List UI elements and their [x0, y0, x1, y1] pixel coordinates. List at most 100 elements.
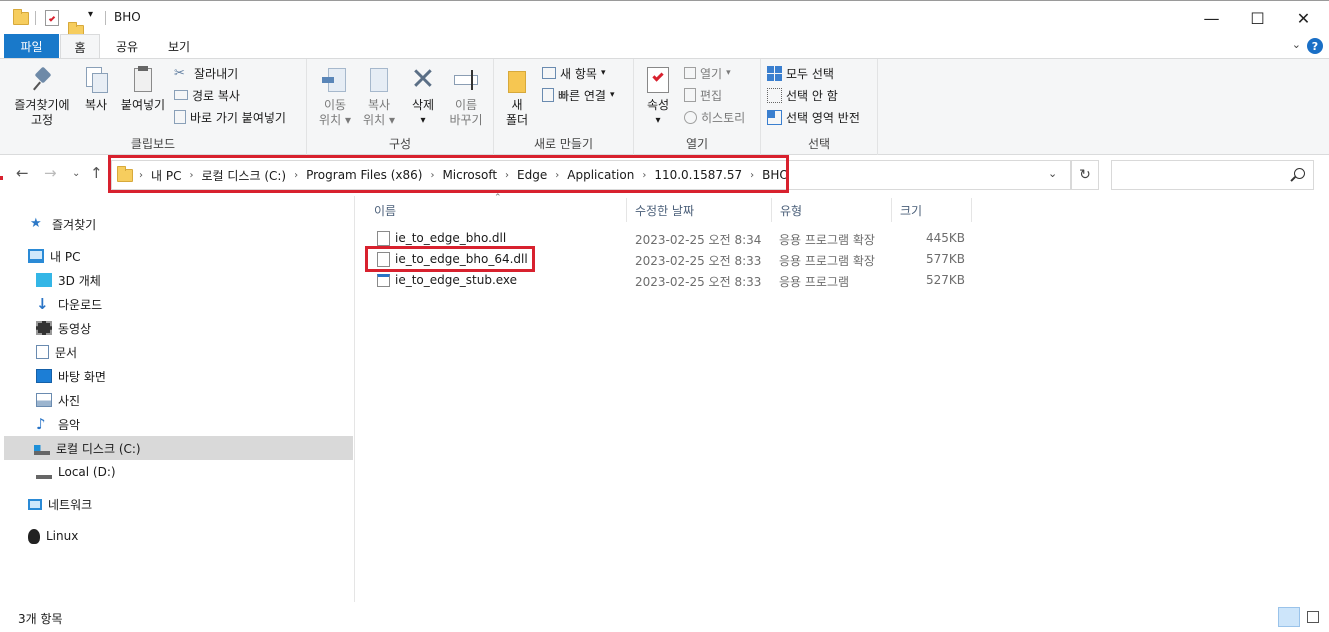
- open-button[interactable]: 열기 ▾: [684, 63, 731, 83]
- recent-locations-chevron-icon[interactable]: ⌄: [72, 168, 80, 179]
- nav-label: 동영상: [58, 321, 92, 336]
- paste-shortcut-button[interactable]: 바로 가기 붙여넣기: [174, 107, 286, 127]
- large-icons-view-icon[interactable]: [1302, 607, 1324, 627]
- copy-to-button[interactable]: 복사 위치 ▾: [357, 65, 401, 128]
- copy-label: 복사: [84, 98, 108, 112]
- nav-item-documents[interactable]: 문서: [4, 340, 353, 364]
- select-none-button[interactable]: 선택 안 함: [767, 85, 838, 105]
- history-icon: [684, 110, 697, 124]
- column-type[interactable]: 유형: [772, 198, 892, 222]
- copy-button[interactable]: 복사: [76, 65, 116, 113]
- new-item-icon: [542, 67, 556, 79]
- nav-item-desktop[interactable]: 바탕 화면: [4, 364, 353, 388]
- ribbon-tabs: 파일 홈 공유 보기 ⌄ ?: [0, 34, 1329, 59]
- nav-item-pictures[interactable]: 사진: [4, 388, 353, 412]
- nav-item-quick-access[interactable]: ★ 즐겨찾기: [4, 212, 353, 236]
- chevron-down-icon[interactable]: ⌄: [1048, 167, 1057, 180]
- edit-button[interactable]: 편집: [684, 85, 722, 105]
- invert-selection-button[interactable]: 선택 영역 반전: [767, 107, 860, 127]
- file-type: 응용 프로그램: [779, 275, 850, 289]
- properties-quick-icon[interactable]: [45, 10, 59, 26]
- chevron-down-icon[interactable]: ⌄: [1292, 38, 1301, 51]
- nav-item-local-d[interactable]: Local (D:): [4, 460, 353, 484]
- window-title: BHO: [114, 10, 141, 24]
- open-icon: [684, 67, 696, 79]
- forward-arrow-icon[interactable]: →: [44, 164, 57, 182]
- customize-quick-access-icon[interactable]: ▾: [88, 9, 93, 27]
- cut-button[interactable]: ✂ 잘라내기: [174, 63, 238, 83]
- rename-button[interactable]: 이름 바꾸기: [445, 65, 487, 128]
- move-to-button[interactable]: 이동 위치 ▾: [313, 65, 357, 128]
- search-input[interactable]: [1111, 160, 1314, 190]
- file-type: 응용 프로그램 확장: [779, 233, 875, 247]
- easy-access-button[interactable]: 빠른 연결 ▾: [542, 85, 615, 105]
- penguin-icon: [28, 528, 40, 544]
- delete-button[interactable]: ✕ 삭제 ▾: [403, 65, 443, 128]
- move-to-icon: [320, 65, 350, 95]
- select-all-icon: [767, 65, 782, 81]
- select-all-button[interactable]: 모두 선택: [767, 63, 834, 83]
- nav-item-local-disk-c[interactable]: 로컬 디스크 (C:): [4, 436, 353, 460]
- select-none-icon: [767, 87, 782, 103]
- copy-path-button[interactable]: 경로 복사: [174, 85, 240, 105]
- nav-item-network[interactable]: 네트워크: [4, 492, 353, 516]
- table-row[interactable]: ie_to_edge_stub.exe 2023-02-25 오전 8:33 응…: [368, 270, 978, 291]
- easy-access-label: 빠른 연결: [558, 88, 606, 103]
- column-size[interactable]: 크기: [892, 198, 972, 222]
- exe-file-icon: [377, 274, 390, 287]
- tab-home[interactable]: 홈: [60, 34, 100, 59]
- nav-label: 바탕 화면: [58, 369, 106, 384]
- navigation-pane: ★ 즐겨찾기 내 PC 3D 개체 ↓ 다운로드 동영상 문서 바탕 화면 사진…: [0, 196, 355, 602]
- column-name[interactable]: 이름: [366, 198, 627, 222]
- maximize-button[interactable]: ☐: [1235, 1, 1280, 35]
- pin-quick-access-button[interactable]: 즐겨찾기에 고정: [8, 65, 76, 128]
- file-size: 577KB: [925, 252, 965, 266]
- history-button[interactable]: 히스토리: [684, 107, 745, 127]
- nav-item-3d-objects[interactable]: 3D 개체: [4, 268, 353, 292]
- nav-label: Local (D:): [58, 465, 116, 479]
- details-view-icon[interactable]: [1278, 607, 1300, 627]
- nav-label: 로컬 디스크 (C:): [56, 441, 141, 456]
- tab-file[interactable]: 파일: [4, 34, 59, 58]
- copy-path-label: 경로 복사: [192, 88, 240, 103]
- paste-button[interactable]: 붙여넣기: [116, 65, 170, 113]
- paste-icon: [128, 65, 158, 95]
- new-group: 새 폴더 새 항목 ▾ 빠른 연결 ▾ 새로 만들기: [494, 59, 634, 155]
- divider: [35, 11, 36, 25]
- download-arrow-icon: ↓: [36, 295, 49, 313]
- drive-icon: [34, 445, 50, 455]
- tab-share[interactable]: 공유: [104, 34, 150, 58]
- file-name: ie_to_edge_stub.exe: [395, 273, 518, 287]
- nav-item-this-pc[interactable]: 내 PC: [4, 244, 353, 268]
- file-size: 445KB: [925, 231, 965, 245]
- nav-label: 3D 개체: [58, 273, 101, 288]
- nav-label: 음악: [58, 417, 81, 432]
- file-date: 2023-02-25 오전 8:33: [635, 254, 762, 268]
- cut-label: 잘라내기: [194, 66, 239, 81]
- pin-label-1: 즐겨찾기에: [14, 98, 70, 112]
- help-icon[interactable]: ?: [1307, 38, 1323, 54]
- tab-view[interactable]: 보기: [156, 34, 202, 58]
- nav-item-music[interactable]: ♪ 음악: [4, 412, 353, 436]
- back-arrow-icon[interactable]: ←: [16, 164, 29, 182]
- properties-button[interactable]: 속성 ▾: [640, 65, 676, 128]
- select-group: 모두 선택 선택 안 함 선택 영역 반전 선택: [761, 59, 878, 155]
- clipboard-group-label: 클립보드: [130, 137, 176, 151]
- new-folder-button[interactable]: 새 폴더: [500, 65, 534, 128]
- copy-to-icon: [364, 65, 394, 95]
- column-date[interactable]: 수정한 날짜: [627, 198, 772, 222]
- file-date: 2023-02-25 오전 8:33: [635, 275, 762, 289]
- document-icon: [36, 345, 49, 359]
- select-none-label: 선택 안 함: [786, 88, 838, 103]
- new-folder-label-2: 폴더: [505, 113, 529, 127]
- up-arrow-icon[interactable]: ↑: [90, 164, 103, 182]
- minimize-button[interactable]: —: [1189, 1, 1234, 35]
- select-group-label: 선택: [807, 137, 831, 151]
- new-item-button[interactable]: 새 항목 ▾: [542, 63, 605, 83]
- easy-access-icon: [542, 88, 554, 102]
- refresh-icon[interactable]: ↻: [1071, 160, 1099, 190]
- nav-item-videos[interactable]: 동영상: [4, 316, 353, 340]
- nav-item-linux[interactable]: Linux: [4, 524, 353, 548]
- close-button[interactable]: ✕: [1281, 1, 1326, 35]
- nav-item-downloads[interactable]: ↓ 다운로드: [4, 292, 353, 316]
